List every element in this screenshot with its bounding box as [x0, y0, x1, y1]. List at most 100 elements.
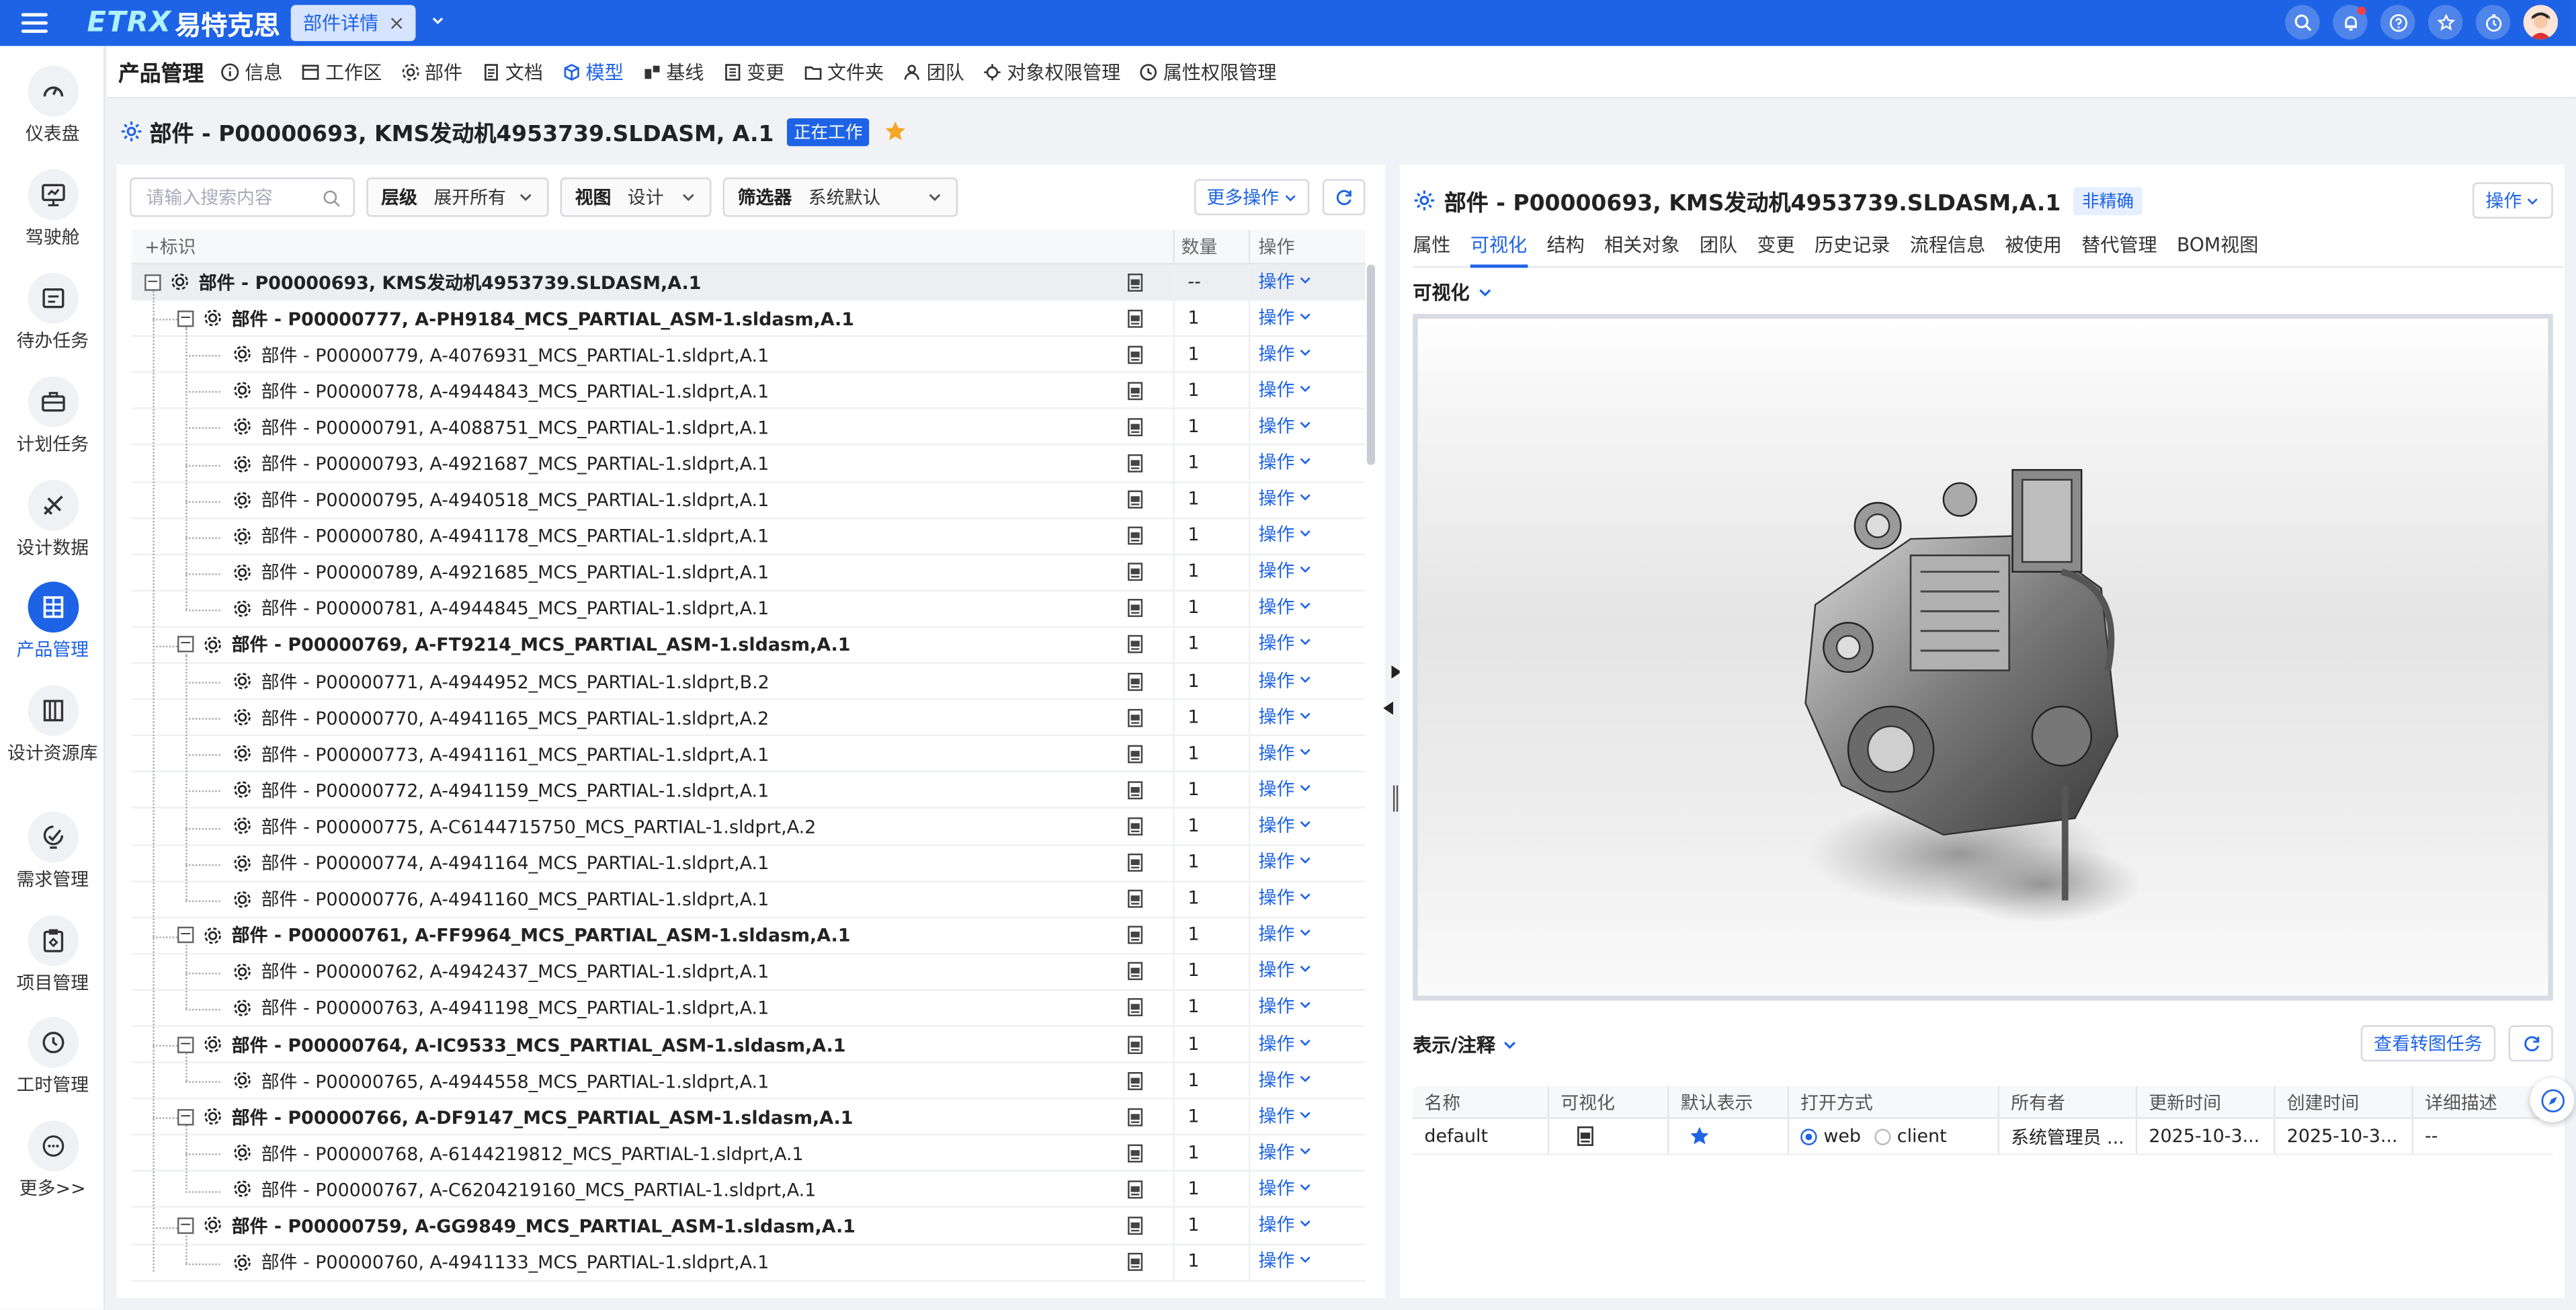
collapse-toggle[interactable]: −: [177, 927, 194, 944]
visualize-icon[interactable]: [1125, 671, 1145, 691]
close-icon[interactable]: ×: [388, 11, 405, 34]
search-input[interactable]: 请输入搜索内容: [130, 177, 356, 217]
representation-section-toggle[interactable]: 表示/注释: [1413, 1032, 1518, 1058]
table-row[interactable]: − 部件 - P00000693, KMS发动机4953739.SLDASM,A.…: [131, 263, 1366, 301]
nav-models[interactable]: 模型: [561, 58, 624, 85]
table-row[interactable]: − 部件 - P00000766, A-DF9147_MCS_PARTIAL_AS…: [131, 1098, 1366, 1136]
visualize-icon[interactable]: [1125, 381, 1145, 401]
tab-change[interactable]: 变更: [1757, 232, 1794, 268]
part-name[interactable]: 部件 - P00000767, A-C6204219160_MCS_PARTIA…: [261, 1176, 817, 1202]
sidebar-item-product[interactable]: 产品管理: [0, 581, 105, 662]
table-row[interactable]: − 部件 - P00000769, A-FT9214_MCS_PARTIAL_AS…: [131, 626, 1366, 664]
visualize-icon[interactable]: [1125, 1252, 1145, 1272]
row-ops-link[interactable]: 操作: [1248, 372, 1366, 409]
tab-part-detail[interactable]: 部件详情 ×: [291, 5, 417, 42]
part-name[interactable]: 部件 - P00000769, A-FT9214_MCS_PARTIAL_ASM…: [232, 632, 851, 658]
sidebar-item-design-data[interactable]: 设计数据: [0, 479, 105, 561]
collapse-left-icon[interactable]: [1382, 701, 1395, 715]
sidebar-item-worktime[interactable]: 工时管理: [0, 1017, 105, 1098]
sidebar-item-requirement[interactable]: 需求管理: [0, 811, 105, 893]
row-ops-link[interactable]: 操作: [1248, 1171, 1366, 1208]
sidebar-item-todo[interactable]: 待办任务: [0, 272, 105, 354]
row-ops-link[interactable]: 操作: [1248, 881, 1366, 917]
visualize-icon[interactable]: [1549, 1118, 1669, 1154]
nav-workspace[interactable]: 工作区: [300, 58, 382, 85]
visualize-icon[interactable]: [1125, 817, 1145, 836]
filter-select[interactable]: 筛选器 系统默认: [722, 177, 958, 217]
nav-documents[interactable]: 文档: [481, 58, 543, 85]
table-row[interactable]: − 部件 - P00000764, A-IC9533_MCS_PARTIAL_AS…: [131, 1026, 1366, 1063]
visualize-icon[interactable]: [1125, 998, 1145, 1018]
part-name[interactable]: 部件 - P00000760, A-4941133_MCS_PARTIAL-1.…: [261, 1249, 770, 1275]
row-ops-link[interactable]: 操作: [1248, 481, 1366, 518]
refresh-button[interactable]: [2508, 1025, 2553, 1062]
visualize-icon[interactable]: [1125, 272, 1145, 292]
table-row[interactable]: 部件 - P00000776, A-4941160_MCS_PARTIAL-1.…: [131, 881, 1366, 918]
avatar[interactable]: [2523, 5, 2559, 40]
part-name[interactable]: 部件 - P00000772, A-4941159_MCS_PARTIAL-1.…: [261, 777, 770, 803]
table-row[interactable]: 部件 - P00000789, A-4921685_MCS_PARTIAL-1.…: [131, 554, 1366, 591]
row-ops-link[interactable]: 操作: [1248, 1207, 1366, 1244]
row-ops-link[interactable]: 操作: [1248, 772, 1366, 809]
visualize-icon[interactable]: [1125, 417, 1145, 437]
visualize-icon[interactable]: [1125, 926, 1145, 945]
part-name[interactable]: 部件 - P00000773, A-4941161_MCS_PARTIAL-1.…: [261, 741, 770, 767]
row-ops-link[interactable]: 操作: [1248, 1062, 1366, 1099]
part-name[interactable]: 部件 - P00000764, A-IC9533_MCS_PARTIAL_ASM…: [232, 1031, 846, 1057]
table-row[interactable]: 部件 - P00000762, A-4942437_MCS_PARTIAL-1.…: [131, 953, 1366, 991]
row-ops-link[interactable]: 操作: [1248, 554, 1366, 591]
tab-where-used[interactable]: 被使用: [2005, 232, 2062, 268]
row-ops-link[interactable]: 操作: [1248, 1243, 1366, 1280]
sidebar-item-cockpit[interactable]: 驾驶舱: [0, 169, 105, 250]
row-ops-link[interactable]: 操作: [1248, 1098, 1366, 1135]
row-ops-link[interactable]: 操作: [1248, 663, 1366, 700]
visualize-icon[interactable]: [1125, 563, 1145, 582]
collapse-toggle[interactable]: −: [177, 1036, 194, 1053]
tab-substitute[interactable]: 替代管理: [2081, 232, 2157, 268]
table-row[interactable]: 部件 - P00000765, A-4944558_MCS_PARTIAL-1.…: [131, 1062, 1366, 1100]
tab-visualization[interactable]: 可视化: [1470, 232, 1528, 268]
menu-icon[interactable]: [21, 13, 48, 33]
sidebar-item-library[interactable]: 设计资源库: [0, 685, 105, 766]
part-name[interactable]: 部件 - P00000761, A-FF9964_MCS_PARTIAL_ASM…: [232, 922, 851, 948]
row-ops-link[interactable]: 操作: [1248, 409, 1366, 446]
bell-icon[interactable]: [2333, 5, 2368, 40]
3d-viewer[interactable]: [1413, 313, 2553, 1001]
part-name[interactable]: 部件 - P00000766, A-DF9147_MCS_PARTIAL_ASM…: [232, 1104, 854, 1130]
part-name[interactable]: 部件 - P00000780, A-4941178_MCS_PARTIAL-1.…: [261, 523, 770, 549]
actions-button[interactable]: 操作: [2472, 182, 2553, 219]
part-name[interactable]: 部件 - P00000791, A-4088751_MCS_PARTIAL-1.…: [261, 414, 770, 440]
nav-change[interactable]: 变更: [722, 58, 784, 85]
visualize-icon[interactable]: [1125, 526, 1145, 546]
tab-team[interactable]: 团队: [1700, 232, 1737, 268]
part-name[interactable]: 部件 - P00000763, A-4941198_MCS_PARTIAL-1.…: [261, 995, 770, 1021]
part-name[interactable]: 部件 - P00000759, A-GG9849_MCS_PARTIAL_ASM…: [232, 1213, 856, 1239]
splitter-handle[interactable]: [1393, 785, 1399, 812]
nav-attr-permission[interactable]: 属性权限管理: [1138, 58, 1276, 85]
timer-icon[interactable]: [2475, 5, 2511, 40]
table-row[interactable]: 部件 - P00000772, A-4941159_MCS_PARTIAL-1.…: [131, 772, 1366, 809]
row-ops-link[interactable]: 操作: [1248, 263, 1366, 300]
more-actions-button[interactable]: 更多操作: [1194, 179, 1310, 216]
table-row[interactable]: default web client 系统管理员 ... 2025-10-3..…: [1413, 1118, 2553, 1155]
row-ops-link[interactable]: 操作: [1248, 1026, 1366, 1063]
table-row[interactable]: − 部件 - P00000777, A-PH9184_MCS_PARTIAL_AS…: [131, 300, 1366, 337]
refresh-button[interactable]: [1322, 179, 1366, 216]
part-name[interactable]: 部件 - P00000795, A-4940518_MCS_PARTIAL-1.…: [261, 487, 770, 513]
collapse-toggle[interactable]: −: [177, 1217, 194, 1234]
nav-parts[interactable]: 部件: [400, 58, 462, 85]
part-name[interactable]: 部件 - P00000781, A-4944845_MCS_PARTIAL-1.…: [261, 596, 770, 622]
collapse-toggle[interactable]: −: [177, 637, 194, 653]
visualize-icon[interactable]: [1125, 744, 1145, 764]
part-name[interactable]: 部件 - P00000771, A-4944952_MCS_PARTIAL-1.…: [261, 668, 770, 694]
part-name[interactable]: 部件 - P00000775, A-C6144715750_MCS_PARTIA…: [261, 813, 817, 840]
part-name[interactable]: 部件 - P00000768, A-6144219812_MCS_PARTIAL…: [261, 1140, 804, 1166]
tab-bom-view[interactable]: BOM视图: [2177, 232, 2258, 268]
part-name[interactable]: 部件 - P00000693, KMS发动机4953739.SLDASM,A.1: [199, 269, 702, 295]
table-row[interactable]: 部件 - P00000768, A-6144219812_MCS_PARTIAL…: [131, 1135, 1366, 1172]
table-row[interactable]: 部件 - P00000774, A-4941164_MCS_PARTIAL-1.…: [131, 844, 1366, 882]
row-ops-link[interactable]: 操作: [1248, 445, 1366, 482]
part-name[interactable]: 部件 - P00000793, A-4921687_MCS_PARTIAL-1.…: [261, 450, 770, 477]
table-row[interactable]: 部件 - P00000767, A-C6204219160_MCS_PARTIA…: [131, 1171, 1366, 1209]
visualize-icon[interactable]: [1125, 1071, 1145, 1090]
